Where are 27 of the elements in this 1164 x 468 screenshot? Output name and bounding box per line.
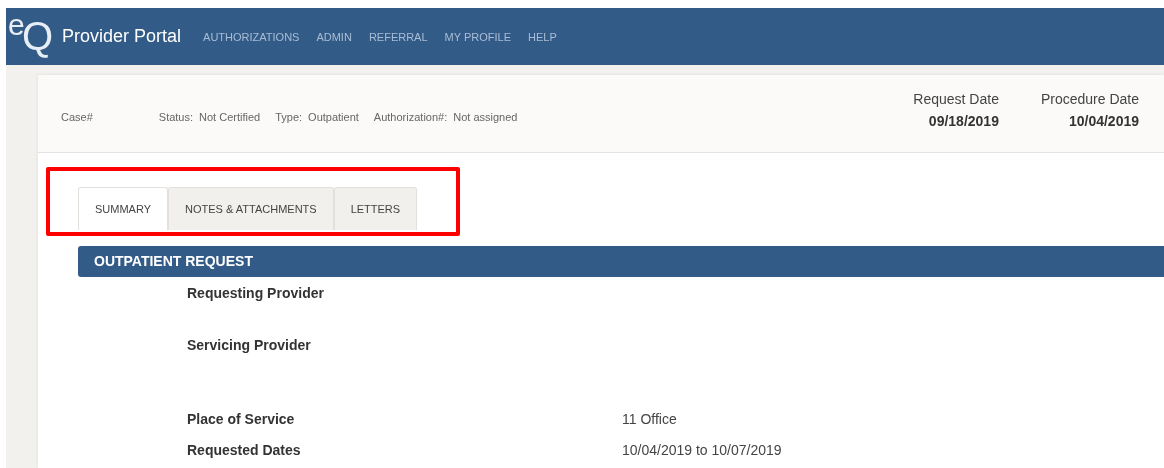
field-value: Outpatient [308,111,359,123]
row-label: Requested Dates [187,442,302,458]
row-label: Requesting Provider [187,285,325,301]
tab[interactable]: SUMMARY [78,187,169,230]
date-label: Procedure Date [1040,91,1139,107]
row-label: Place of Service [187,411,296,427]
section-header: OUTPATIENT REQUEST [78,246,1164,277]
tab[interactable]: LETTERS [333,187,418,230]
field-label: Case# [61,111,93,123]
row-value: 11 Office [622,411,677,427]
date-value: 09/18/2019 [928,113,999,129]
nav-link[interactable]: HELP [528,30,557,43]
nav-link[interactable]: ADMIN [316,30,352,43]
field-label: Type: [275,111,303,123]
nav-link[interactable]: REFERRAL [368,30,428,43]
field-label: Authorization#: [373,111,448,123]
date-value: 10/04/2019 [1068,113,1139,129]
tab[interactable]: NOTES & ATTACHMENTS [168,187,334,230]
row-label: Servicing Provider [187,337,312,353]
nav-link[interactable]: MY PROFILE [444,30,511,43]
app-title: Provider Portal [62,26,182,47]
date-label: Request Date [913,91,999,107]
field-label: Status: [158,111,194,123]
row-value: 10/04/2019 to 10/07/2019 [622,442,782,458]
field-value: Not assigned [453,111,518,123]
nav-link[interactable]: AUTHORIZATIONS [203,30,300,43]
field-value: Not Certified [199,111,261,123]
